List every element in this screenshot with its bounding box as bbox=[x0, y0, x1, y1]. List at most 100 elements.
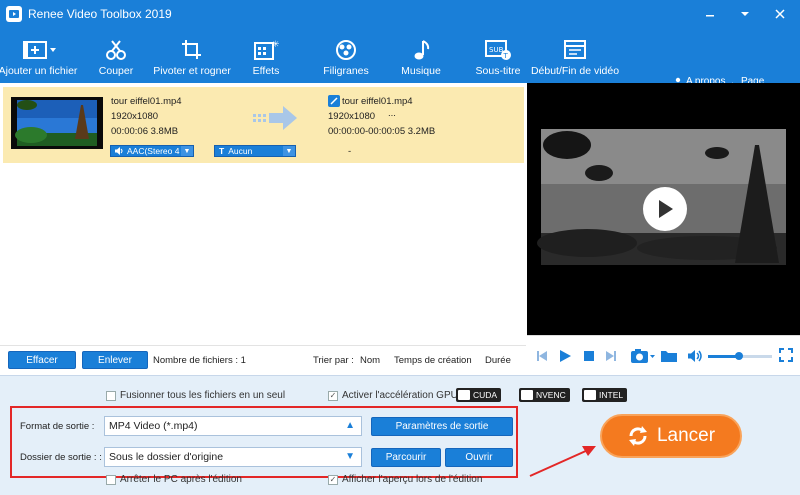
output-folder-value: Sous le dossier d'origine bbox=[109, 451, 224, 463]
source-duration-size: 00:00:06 3.8MB bbox=[111, 126, 179, 137]
music-label: Musique bbox=[401, 65, 441, 77]
output-folder-select[interactable]: Sous le dossier d'origine ▼ bbox=[104, 447, 362, 467]
close-button[interactable] bbox=[765, 0, 795, 28]
annotation-arrow-icon bbox=[529, 446, 596, 477]
output-track-placeholder: - bbox=[348, 146, 352, 157]
nvenc-label: NVENC bbox=[536, 390, 566, 400]
intel-label: INTEL bbox=[599, 390, 624, 400]
gpu-label: Activer l'accélération GPU bbox=[342, 390, 458, 401]
app-logo-icon bbox=[6, 6, 22, 22]
refresh-icon bbox=[628, 426, 647, 446]
subtitle-icon: SUBT bbox=[485, 40, 511, 60]
subtitle-dropdown[interactable]: T Aucun ▼ bbox=[214, 145, 296, 157]
output-folder-label: Dossier de sortie : : bbox=[20, 452, 102, 463]
browse-button[interactable]: Parcourir bbox=[371, 448, 441, 467]
edit-output-icon[interactable] bbox=[328, 95, 340, 107]
stop-icon[interactable] bbox=[583, 350, 595, 362]
cuda-badge: CUDA bbox=[456, 388, 502, 402]
output-settings-button[interactable]: Paramètres de sortie bbox=[371, 417, 513, 436]
music-button[interactable]: Musique bbox=[401, 28, 441, 83]
preview-during-edit-option[interactable]: ✓ Afficher l'aperçu lors de l'édition bbox=[328, 474, 482, 485]
cut-icon bbox=[106, 40, 126, 60]
camera-icon[interactable] bbox=[630, 348, 656, 364]
clear-button[interactable]: Effacer bbox=[8, 351, 76, 369]
effects-button[interactable]: ✳ Effets bbox=[248, 28, 284, 83]
shutdown-checkbox[interactable] bbox=[106, 474, 116, 485]
gpu-acceleration-option[interactable]: ✓ Activer l'accélération GPU bbox=[328, 390, 458, 401]
player-controls bbox=[527, 335, 800, 375]
start-label: Lancer bbox=[656, 425, 716, 446]
watermark-label: Filigranes bbox=[323, 65, 369, 77]
source-file-name: tour eiffel01.mp4 bbox=[111, 96, 182, 107]
preview-label: Afficher l'aperçu lors de l'édition bbox=[342, 474, 483, 485]
intro-outro-button[interactable]: Début/Fin de vidéo bbox=[531, 28, 619, 83]
play-icon bbox=[659, 200, 673, 218]
file-row[interactable]: tour eiffel01.mp4 1920x1080 00:00:06 3.8… bbox=[3, 87, 524, 163]
shutdown-option[interactable]: Arrêter le PC après l'édition bbox=[106, 474, 242, 485]
sort-by-name[interactable]: Nom bbox=[360, 355, 380, 366]
chevron-down-icon: ▼ bbox=[283, 146, 295, 156]
chevron-up-icon: ▲ bbox=[345, 420, 355, 431]
intro-outro-label: Début/Fin de vidéo bbox=[530, 65, 620, 77]
output-format-select[interactable]: MP4 Video (*.mp4) ▲ bbox=[104, 416, 362, 436]
fullscreen-icon[interactable] bbox=[779, 348, 793, 362]
remove-button[interactable]: Enlever bbox=[82, 351, 148, 369]
svg-text:✳: ✳ bbox=[272, 39, 279, 49]
file-count: Nombre de fichiers : 1 bbox=[153, 355, 246, 366]
cut-button[interactable]: Couper bbox=[96, 28, 136, 83]
main-toolbar: Ajouter un fichier Couper Pivoter et rog… bbox=[0, 28, 800, 98]
intel-icon bbox=[584, 390, 596, 400]
volume-icon[interactable] bbox=[687, 349, 703, 363]
intel-badge: INTEL bbox=[582, 388, 628, 402]
gpu-checkbox[interactable]: ✓ bbox=[328, 390, 338, 401]
dropdown-menu-icon[interactable] bbox=[730, 0, 760, 28]
nvidia-icon bbox=[521, 390, 533, 400]
volume-slider[interactable] bbox=[708, 352, 772, 360]
output-duration-size: 00:00:00-00:00:05 3.2MB bbox=[328, 126, 436, 137]
volume-handle[interactable] bbox=[735, 352, 743, 360]
play-overlay-button[interactable] bbox=[643, 187, 687, 231]
video-thumbnail[interactable] bbox=[11, 97, 103, 149]
effects-label: Effets bbox=[252, 65, 280, 77]
effects-icon: ✳ bbox=[254, 39, 279, 60]
start-button[interactable]: Lancer bbox=[600, 414, 742, 458]
subtitle-button[interactable]: SUB T Sous-titre bbox=[475, 28, 521, 83]
rotate-crop-button[interactable]: Pivoter et rogner bbox=[153, 28, 231, 83]
play-icon[interactable] bbox=[558, 349, 572, 363]
minimize-button[interactable] bbox=[695, 0, 725, 28]
output-file-name: tour eiffel01.mp4 bbox=[342, 96, 413, 107]
output-more-options[interactable]: ... bbox=[388, 107, 396, 121]
file-list-bar: Effacer Enlever Nombre de fichiers : 1 T… bbox=[0, 345, 526, 375]
folder-icon[interactable] bbox=[661, 349, 677, 362]
merge-checkbox[interactable] bbox=[106, 390, 116, 401]
nvenc-badge: NVENC bbox=[519, 388, 570, 402]
cut-label: Couper bbox=[98, 65, 134, 77]
video-preview[interactable] bbox=[527, 83, 800, 335]
add-file-icon bbox=[23, 41, 56, 59]
chevron-down-icon: ▼ bbox=[181, 146, 193, 156]
watermark-button[interactable]: Filigranes bbox=[323, 28, 369, 83]
audio-track-dropdown[interactable]: AAC(Stereo 4 ▼ bbox=[110, 145, 194, 157]
preview-checkbox[interactable]: ✓ bbox=[328, 474, 338, 485]
subtitle-label: Sous-titre bbox=[475, 65, 521, 77]
open-folder-button[interactable]: Ouvrir bbox=[445, 448, 513, 467]
svg-text:SUB: SUB bbox=[489, 46, 504, 54]
music-icon bbox=[414, 40, 430, 60]
shutdown-label: Arrêter le PC après l'édition bbox=[120, 474, 242, 485]
next-icon[interactable] bbox=[605, 350, 617, 362]
add-file-button[interactable]: Ajouter un fichier bbox=[0, 28, 77, 83]
nvidia-icon bbox=[458, 390, 470, 400]
output-resolution: 1920x1080 bbox=[328, 111, 376, 122]
window-title: Renee Video Toolbox 2019 bbox=[28, 7, 172, 21]
rotate-crop-label: Pivoter et rogner bbox=[153, 65, 231, 77]
volume-level bbox=[708, 355, 738, 358]
sort-by-creation-time[interactable]: Temps de création bbox=[394, 355, 472, 366]
intro-outro-icon bbox=[564, 40, 586, 59]
merge-files-option[interactable]: Fusionner tous les fichiers en un seul bbox=[106, 390, 285, 401]
convert-arrow-icon bbox=[253, 105, 299, 134]
text-icon: T bbox=[219, 146, 225, 156]
title-bar: Renee Video Toolbox 2019 bbox=[0, 0, 800, 28]
file-list-panel: tour eiffel01.mp4 1920x1080 00:00:06 3.8… bbox=[0, 83, 526, 345]
previous-icon[interactable] bbox=[536, 350, 548, 362]
sort-by-duration[interactable]: Durée bbox=[485, 355, 511, 366]
